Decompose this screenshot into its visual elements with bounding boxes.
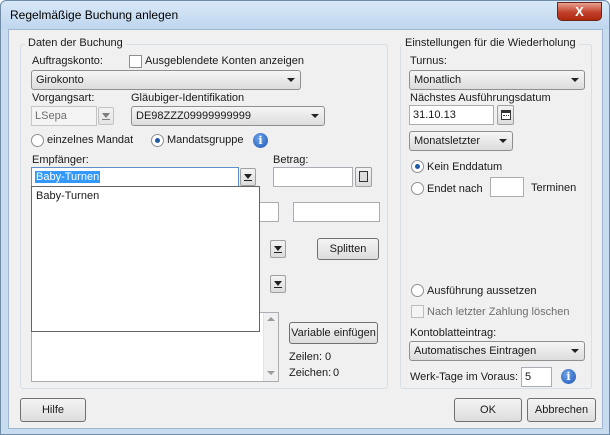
- werktage-value: 5: [525, 371, 532, 383]
- radio-suspend-execution-label: Ausführung aussetzen: [427, 285, 537, 297]
- auftragskonto-value: Girokonto: [36, 74, 84, 86]
- kontoblatt-select[interactable]: Automatisches Eintragen: [409, 341, 585, 361]
- download-arrow-icon: [274, 246, 282, 253]
- empfaenger-dropdown-button[interactable]: [240, 168, 256, 186]
- auftragskonto-label: Auftragskonto:: [32, 55, 103, 67]
- radio-no-end-date[interactable]: [411, 160, 424, 173]
- scroll-down-icon[interactable]: [267, 371, 275, 375]
- dropdown-item-baby-turnen[interactable]: Baby-Turnen: [36, 190, 99, 202]
- next-date-value: 31.10.13: [413, 109, 456, 121]
- dialog-client-area: Daten der Buchung Auftragskonto: Ausgebl…: [8, 29, 603, 429]
- chevron-down-icon: [571, 78, 579, 82]
- close-button[interactable]: X: [557, 2, 602, 21]
- window-title: Regelmäßige Buchung anlegen: [10, 8, 179, 22]
- radio-no-end-date-label: Kein Enddatum: [427, 161, 503, 173]
- turnus-label: Turnus:: [410, 55, 447, 67]
- zeilen-value: 0: [325, 351, 332, 363]
- dropdown-button-2[interactable]: [270, 240, 286, 258]
- info-icon[interactable]: i: [253, 133, 268, 148]
- download-arrow-icon: [244, 174, 252, 181]
- splitten-button[interactable]: Splitten: [317, 238, 379, 260]
- dropdown-button-3[interactable]: [270, 275, 286, 293]
- hidden-field-right-1[interactable]: [259, 202, 279, 222]
- calendar-icon: [501, 110, 511, 120]
- radio-mandate-group[interactable]: [151, 134, 164, 147]
- zeilen-label: Zeilen:: [289, 351, 323, 363]
- calendar-button[interactable]: [497, 105, 514, 125]
- next-date-input[interactable]: 31.10.13: [409, 105, 494, 125]
- title-bar: Regelmäßige Buchung anlegen X: [1, 1, 609, 29]
- download-arrow-icon: [274, 281, 282, 288]
- terminen-label: Terminen: [531, 182, 577, 194]
- vorgangsart-label: Vorgangsart:: [32, 92, 95, 104]
- empfaenger-dropdown-list: Baby-Turnen: [31, 186, 260, 332]
- radio-single-mandate[interactable]: [31, 134, 44, 147]
- zeichen-value: 0: [333, 367, 340, 379]
- chevron-down-icon: [287, 78, 295, 82]
- ok-button[interactable]: OK: [454, 398, 522, 422]
- download-arrow-icon: [102, 113, 110, 120]
- radio-ends-after-label: Endet nach: [427, 183, 483, 195]
- calculator-glyph: [359, 171, 368, 182]
- next-date-label: Nächstes Ausführungsdatum: [410, 92, 551, 104]
- scroll-up-icon[interactable]: [267, 317, 275, 321]
- empfaenger-value: Baby-Turnen: [35, 171, 101, 183]
- monats-value: Monatsletzter: [414, 135, 481, 147]
- vorgangsart-dropdown-button: [98, 107, 114, 125]
- radio-ends-after[interactable]: [411, 182, 424, 195]
- variable-einfuegen-button[interactable]: Variable einfügen: [289, 322, 378, 344]
- show-hidden-accounts-label: Ausgeblendete Konten anzeigen: [145, 55, 305, 67]
- calculator-icon[interactable]: [355, 167, 372, 187]
- radio-suspend-execution[interactable]: [411, 284, 424, 297]
- delete-after-last-checkbox: [411, 305, 424, 318]
- turnus-value: Monatlich: [414, 74, 462, 86]
- werktage-input[interactable]: 5: [521, 367, 552, 387]
- vorgangsart-field: LSepa: [31, 106, 97, 126]
- chevron-down-icon: [571, 349, 579, 353]
- kontoblatt-value: Automatisches Eintragen: [414, 345, 537, 357]
- glaeubiger-value: DE98ZZZ09999999999: [136, 110, 251, 122]
- repeat-settings-group-title: Einstellungen für die Wiederholung: [402, 37, 579, 49]
- cancel-button[interactable]: Abbrechen: [527, 398, 596, 422]
- radio-single-mandate-label: einzelnes Mandat: [47, 134, 134, 146]
- vorgangsart-value: LSepa: [35, 110, 67, 122]
- show-hidden-accounts-checkbox[interactable]: [129, 55, 142, 68]
- zeichen-label: Zeichen:: [289, 367, 332, 379]
- glaeubiger-select[interactable]: DE98ZZZ09999999999: [131, 106, 325, 126]
- info-icon[interactable]: i: [561, 369, 576, 384]
- radio-mandate-group-label: Mandatsgruppe: [167, 134, 244, 146]
- ends-after-count-input[interactable]: [490, 177, 524, 197]
- chevron-down-icon: [499, 139, 507, 143]
- turnus-select[interactable]: Monatlich: [409, 70, 585, 90]
- kontoblatt-label: Kontoblatteintrag:: [410, 327, 497, 339]
- textarea-scrollbar[interactable]: [263, 313, 278, 381]
- dialog-window: Regelmäßige Buchung anlegen X Daten der …: [0, 0, 610, 435]
- help-button[interactable]: Hilfe: [20, 398, 86, 422]
- monats-select[interactable]: Monatsletzter: [409, 131, 513, 151]
- werktage-label: Werk-Tage im Voraus:: [410, 371, 519, 383]
- glaeubiger-label: Gläubiger-Identifikation: [131, 92, 245, 104]
- booking-data-group-title: Daten der Buchung: [25, 37, 126, 49]
- delete-after-last-label: Nach letzter Zahlung löschen: [427, 306, 570, 318]
- auftragskonto-select[interactable]: Girokonto: [31, 70, 301, 90]
- field-right-2[interactable]: [293, 202, 380, 222]
- empfaenger-input[interactable]: Baby-Turnen: [31, 167, 239, 187]
- betrag-label: Betrag:: [273, 154, 309, 166]
- betrag-input[interactable]: [273, 167, 353, 187]
- empfaenger-label: Empfänger:: [32, 154, 89, 166]
- chevron-down-icon: [311, 114, 319, 118]
